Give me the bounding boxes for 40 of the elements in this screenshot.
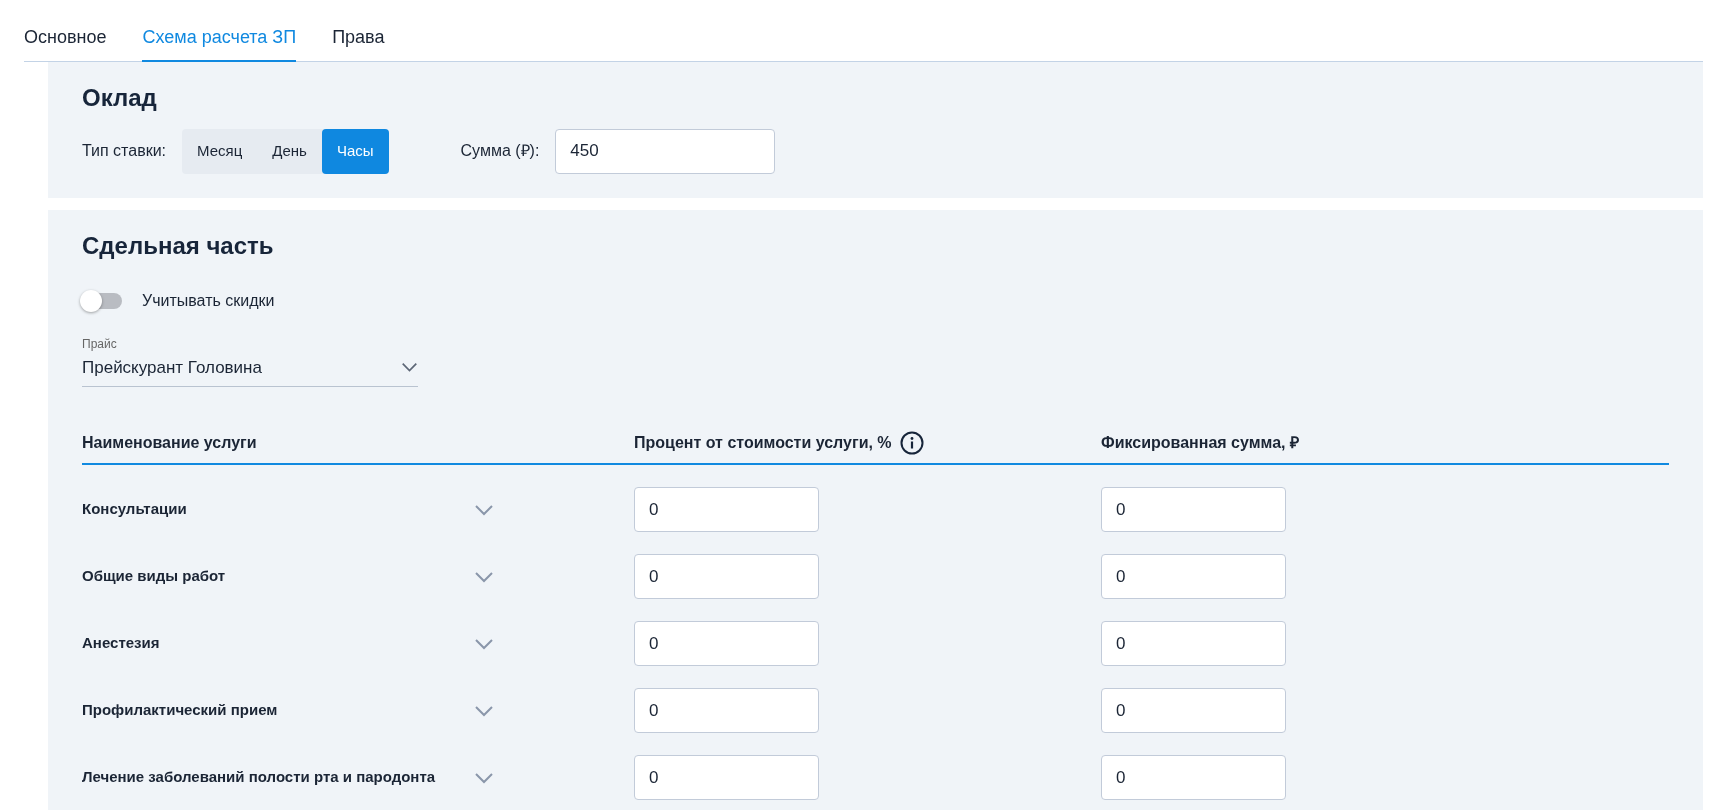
service-name: Общие виды работ bbox=[82, 566, 226, 587]
percent-input[interactable]: 0 bbox=[634, 487, 819, 533]
expand-chevron-icon[interactable] bbox=[474, 570, 494, 583]
fixed-amount-input[interactable]: 0 bbox=[1101, 554, 1286, 600]
percent-input[interactable]: 0 bbox=[634, 621, 819, 667]
percent-input[interactable]: 0 bbox=[634, 688, 819, 734]
info-icon bbox=[899, 431, 924, 456]
service-name: Консультации bbox=[82, 499, 187, 520]
percent-input[interactable]: 0 bbox=[634, 755, 819, 801]
column-header: Процент от стоимости услуги, % bbox=[634, 433, 892, 454]
rate-type-label: Тип ставки: bbox=[82, 141, 167, 162]
fixed-amount-input[interactable]: 0 bbox=[1101, 621, 1286, 667]
section-title: Оклад bbox=[82, 84, 158, 113]
tab[interactable]: Основное bbox=[24, 24, 107, 62]
service-name: Анестезия bbox=[82, 633, 160, 654]
fixed-amount-input[interactable]: 0 bbox=[1101, 755, 1286, 801]
tab[interactable]: Права bbox=[332, 24, 385, 62]
fixed-amount-input[interactable]: 0 bbox=[1101, 688, 1286, 734]
service-name: Лечение заболеваний полости рта и пародонта bbox=[82, 767, 436, 788]
column-header: Фиксированная сумма, ₽ bbox=[1101, 433, 1299, 454]
rate-type-option[interactable]: Месяц bbox=[182, 129, 258, 174]
chevron-icon bbox=[401, 362, 418, 373]
toggle-label: Учитывать скидки bbox=[142, 290, 275, 311]
rate-type-option[interactable]: Часы bbox=[321, 129, 389, 174]
expand-chevron-icon[interactable] bbox=[474, 704, 494, 717]
expand-chevron-icon[interactable] bbox=[474, 771, 494, 784]
percent-input[interactable]: 0 bbox=[634, 554, 819, 600]
column-header: Наименование услуги bbox=[82, 433, 257, 454]
section-title: Сдельная часть bbox=[82, 231, 275, 261]
toggle-switch[interactable] bbox=[82, 292, 122, 309]
amount-input[interactable]: 450 bbox=[555, 128, 776, 174]
expand-chevron-icon[interactable] bbox=[474, 637, 494, 650]
fixed-amount-input[interactable]: 0 bbox=[1101, 487, 1286, 533]
select-value: Прейскурант Головина bbox=[82, 356, 262, 379]
service-name: Профилактический прием bbox=[82, 700, 278, 721]
expand-chevron-icon[interactable] bbox=[474, 503, 494, 516]
rate-type-option[interactable]: День bbox=[257, 129, 322, 174]
price-list-select[interactable]: Прейскурант Головина bbox=[82, 354, 418, 388]
price-list-label: Прайс bbox=[82, 335, 118, 353]
amount-label: Сумма (₽): bbox=[460, 141, 540, 162]
